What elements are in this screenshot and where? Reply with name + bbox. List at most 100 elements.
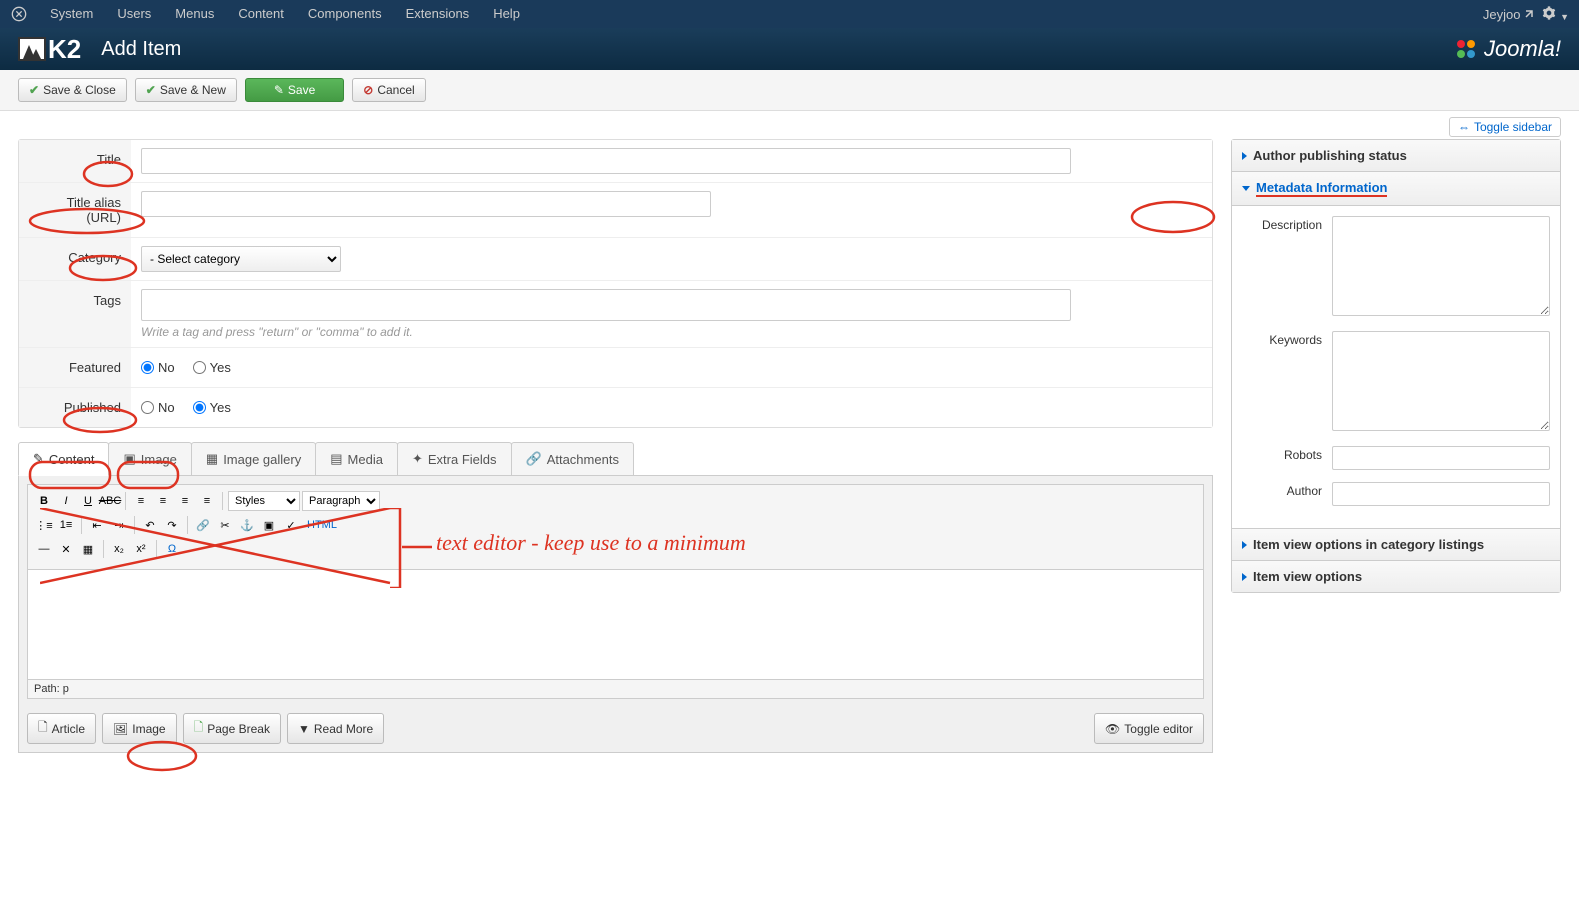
pagebreak-icon: 🗋 bbox=[194, 718, 204, 739]
nav-system[interactable]: System bbox=[38, 0, 105, 28]
collapse-icon: ⇔ bbox=[1458, 120, 1470, 134]
link-button[interactable]: 🔗 bbox=[193, 515, 213, 535]
k2-logo-icon bbox=[18, 37, 46, 61]
joomla-brand-icon bbox=[1454, 37, 1478, 61]
fields-icon: ✦ bbox=[412, 451, 423, 467]
acc-metadata[interactable]: Metadata Information bbox=[1232, 172, 1560, 206]
indent-button[interactable]: ⇥ bbox=[109, 515, 129, 535]
admin-top-nav: System Users Menus Content Components Ex… bbox=[0, 0, 1579, 28]
nav-help[interactable]: Help bbox=[481, 0, 532, 28]
nav-users[interactable]: Users bbox=[105, 0, 163, 28]
action-toolbar: ✔Save & Close ✔Save & New ✎Save ⊘Cancel bbox=[0, 70, 1579, 111]
pagebreak-button[interactable]: 🗋Page Break bbox=[183, 713, 281, 744]
settings-menu[interactable]: ▼ bbox=[1542, 6, 1569, 23]
external-link-icon bbox=[1524, 9, 1534, 19]
hr-button[interactable]: — bbox=[34, 539, 54, 559]
toggle-editor-button[interactable]: 👁Toggle editor bbox=[1094, 713, 1204, 744]
nav-content[interactable]: Content bbox=[226, 0, 296, 28]
eye-icon: 👁 bbox=[1105, 722, 1120, 736]
save-new-button[interactable]: ✔Save & New bbox=[135, 78, 237, 102]
meta-keywords-input[interactable] bbox=[1332, 331, 1550, 431]
header-bar: K2 Add Item Joomla! bbox=[0, 28, 1579, 70]
cleanup-button[interactable]: ✓ bbox=[281, 515, 301, 535]
tab-content[interactable]: ✎Content bbox=[18, 442, 109, 476]
styles-select[interactable]: Styles bbox=[228, 491, 300, 511]
remove-format-button[interactable]: ✕ bbox=[56, 539, 76, 559]
html-button[interactable]: HTML bbox=[303, 515, 341, 535]
gear-icon bbox=[1542, 6, 1556, 20]
bullet-list-button[interactable]: ⋮≡ bbox=[34, 515, 54, 535]
joomla-icon[interactable] bbox=[10, 5, 28, 23]
nav-extensions[interactable]: Extensions bbox=[394, 0, 482, 28]
bold-button[interactable]: B bbox=[34, 491, 54, 511]
acc-item-view-cat[interactable]: Item view options in category listings bbox=[1232, 529, 1560, 561]
superscript-button[interactable]: x² bbox=[131, 539, 151, 559]
subscript-button[interactable]: x₂ bbox=[109, 539, 129, 559]
editor-panel: B I U ABC ≡ ≡ ≡ ≡ Styles Paragraph ⋮≡ 1≡ bbox=[18, 476, 1213, 753]
align-left-button[interactable]: ≡ bbox=[131, 491, 151, 511]
editor-content-area[interactable] bbox=[27, 570, 1204, 680]
meta-description-input[interactable] bbox=[1332, 216, 1550, 316]
featured-no-radio[interactable] bbox=[141, 361, 154, 374]
table-button[interactable]: ▦ bbox=[78, 539, 98, 559]
published-label: Published bbox=[19, 388, 131, 427]
redo-button[interactable]: ↷ bbox=[162, 515, 182, 535]
undo-button[interactable]: ↶ bbox=[140, 515, 160, 535]
featured-yes-radio[interactable] bbox=[193, 361, 206, 374]
meta-author-label: Author bbox=[1242, 482, 1322, 506]
acc-item-view[interactable]: Item view options bbox=[1232, 561, 1560, 592]
toggle-sidebar-button[interactable]: ⇔ Toggle sidebar bbox=[1449, 117, 1561, 137]
caret-right-icon bbox=[1242, 573, 1247, 581]
tags-label: Tags bbox=[19, 281, 131, 347]
unlink-button[interactable]: ✂ bbox=[215, 515, 235, 535]
tab-image[interactable]: ▣Image bbox=[108, 442, 191, 475]
underline-button[interactable]: U bbox=[78, 491, 98, 511]
insert-article-button[interactable]: 🗋Article bbox=[27, 713, 96, 744]
editor-toolbar: B I U ABC ≡ ≡ ≡ ≡ Styles Paragraph ⋮≡ 1≡ bbox=[27, 484, 1204, 570]
cancel-button[interactable]: ⊘Cancel bbox=[352, 78, 425, 102]
editor-path: Path: p bbox=[27, 680, 1204, 699]
published-no-radio[interactable] bbox=[141, 401, 154, 414]
align-center-button[interactable]: ≡ bbox=[153, 491, 173, 511]
item-form: Title Title alias (URL) Category - Selec… bbox=[18, 139, 1213, 428]
user-menu[interactable]: Jeyjoo bbox=[1483, 7, 1535, 22]
save-close-button[interactable]: ✔Save & Close bbox=[18, 78, 127, 102]
tab-attachments[interactable]: 🔗Attachments bbox=[511, 442, 634, 475]
meta-author-input[interactable] bbox=[1332, 482, 1550, 506]
caret-right-icon bbox=[1242, 152, 1247, 160]
strike-button[interactable]: ABC bbox=[100, 491, 120, 511]
meta-description-label: Description bbox=[1242, 216, 1322, 319]
meta-keywords-label: Keywords bbox=[1242, 331, 1322, 434]
top-nav-right: Jeyjoo ▼ bbox=[1483, 6, 1569, 23]
alias-input[interactable] bbox=[141, 191, 711, 217]
tab-gallery[interactable]: ▦Image gallery bbox=[191, 442, 316, 475]
readmore-button[interactable]: ▼Read More bbox=[287, 713, 384, 744]
title-input[interactable] bbox=[141, 148, 1071, 174]
top-nav-left: System Users Menus Content Components Ex… bbox=[10, 0, 532, 28]
attachment-icon: 🔗 bbox=[526, 451, 542, 467]
italic-button[interactable]: I bbox=[56, 491, 76, 511]
published-yes-radio[interactable] bbox=[193, 401, 206, 414]
meta-robots-input[interactable] bbox=[1332, 446, 1550, 470]
anchor-button[interactable]: ⚓ bbox=[237, 515, 257, 535]
paragraph-select[interactable]: Paragraph bbox=[302, 491, 380, 511]
nav-menus[interactable]: Menus bbox=[163, 0, 226, 28]
nav-components[interactable]: Components bbox=[296, 0, 394, 28]
joomla-brand: Joomla! bbox=[1454, 36, 1561, 62]
align-right-button[interactable]: ≡ bbox=[175, 491, 195, 511]
image-button[interactable]: ▣ bbox=[259, 515, 279, 535]
insert-image-button[interactable]: 🖼Image bbox=[102, 713, 177, 744]
k2-logo: K2 bbox=[18, 34, 81, 65]
outdent-button[interactable]: ⇤ bbox=[87, 515, 107, 535]
number-list-button[interactable]: 1≡ bbox=[56, 515, 76, 535]
special-char-button[interactable]: Ω bbox=[162, 539, 182, 559]
alias-label: Title alias (URL) bbox=[19, 183, 131, 237]
gallery-icon: ▦ bbox=[206, 451, 218, 467]
acc-author-status[interactable]: Author publishing status bbox=[1232, 140, 1560, 172]
category-select[interactable]: - Select category bbox=[141, 246, 341, 272]
tags-input[interactable] bbox=[144, 292, 1068, 318]
save-button[interactable]: ✎Save bbox=[245, 78, 344, 102]
align-justify-button[interactable]: ≡ bbox=[197, 491, 217, 511]
tab-media[interactable]: ▤Media bbox=[315, 442, 398, 475]
tab-extra[interactable]: ✦Extra Fields bbox=[397, 442, 512, 475]
